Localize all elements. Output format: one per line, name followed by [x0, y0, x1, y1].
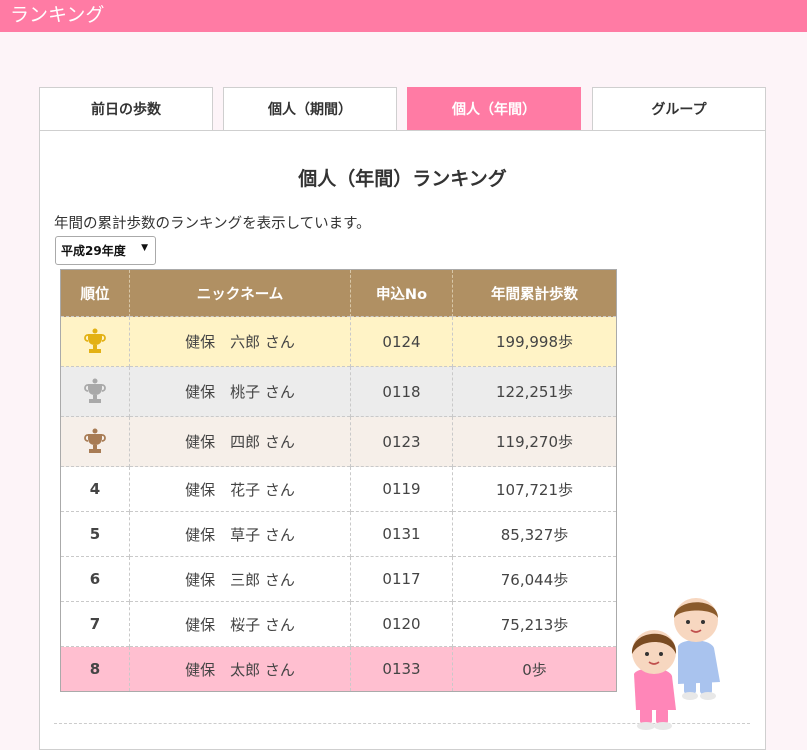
ranking-description: 年間の累計歩数のランキングを表示しています。 — [54, 216, 371, 232]
tab-label: 個人（期間） — [268, 102, 352, 118]
rank-cell: 6 — [60, 556, 130, 602]
column-header-entry-no: 申込No — [350, 269, 453, 317]
table-row-self: 8 健保 太郎 さん 0133 0歩 — [60, 646, 617, 692]
rank-cell: 5 — [60, 511, 130, 557]
entry-no-cell: 0117 — [350, 556, 453, 602]
tab-label: 個人（年間） — [452, 102, 536, 118]
table-row: 4 健保 花子 さん 0119 107,721歩 — [60, 466, 617, 512]
rank-cell — [60, 316, 130, 367]
steps-cell: 75,213歩 — [452, 601, 617, 647]
header-title: ランキング — [10, 4, 105, 26]
silver-trophy-icon — [84, 378, 106, 403]
gold-trophy-icon — [84, 328, 106, 353]
tab-individual-period[interactable]: 個人（期間） — [223, 87, 397, 130]
entry-no-cell: 0120 — [350, 601, 453, 647]
tab-label: グループ — [651, 102, 707, 118]
nickname-cell: 健保 三郎 さん — [129, 556, 351, 602]
nickname-cell: 健保 桃子 さん — [129, 366, 351, 417]
rank-cell: 4 — [60, 466, 130, 512]
table-row: 健保 桃子 さん 0118 122,251歩 — [60, 366, 617, 417]
steps-cell: 107,721歩 — [452, 466, 617, 512]
rank-cell: 8 — [60, 646, 130, 692]
table-row: 5 健保 草子 さん 0131 85,327歩 — [60, 511, 617, 557]
rank-cell — [60, 366, 130, 417]
nickname-cell: 健保 桜子 さん — [129, 601, 351, 647]
rank-cell — [60, 416, 130, 467]
nickname-cell: 健保 花子 さん — [129, 466, 351, 512]
ranking-table: 順位 ニックネーム 申込No 年間累計歩数 健保 六郎 さん 0124 199,… — [60, 269, 617, 692]
steps-cell: 119,270歩 — [452, 416, 617, 467]
steps-cell: 199,998歩 — [452, 316, 617, 367]
entry-no-cell: 0118 — [350, 366, 453, 417]
entry-no-cell: 0124 — [350, 316, 453, 367]
nickname-cell: 健保 四郎 さん — [129, 416, 351, 467]
table-row: 健保 四郎 さん 0123 119,270歩 — [60, 416, 617, 467]
column-header-rank: 順位 — [60, 269, 130, 317]
column-header-nickname: ニックネーム — [129, 269, 351, 317]
rank-cell: 7 — [60, 601, 130, 647]
steps-cell: 122,251歩 — [452, 366, 617, 417]
table-row: 健保 六郎 さん 0124 199,998歩 — [60, 316, 617, 367]
nickname-cell: 健保 六郎 さん — [129, 316, 351, 367]
tab-group[interactable]: グループ — [592, 87, 766, 130]
year-select[interactable]: 平成29年度 ▼ — [55, 236, 156, 265]
table-row: 7 健保 桜子 さん 0120 75,213歩 — [60, 601, 617, 647]
entry-no-cell: 0133 — [350, 646, 453, 692]
steps-cell: 0歩 — [452, 646, 617, 692]
page-title: 個人（年間）ランキング — [298, 168, 507, 190]
tab-individual-annual[interactable]: 個人（年間） — [407, 87, 581, 130]
steps-cell: 85,327歩 — [452, 511, 617, 557]
walking-couple-mascot — [631, 598, 720, 730]
steps-cell: 76,044歩 — [452, 556, 617, 602]
bronze-trophy-icon — [84, 428, 106, 453]
nickname-cell: 健保 草子 さん — [129, 511, 351, 557]
app-header: ランキング — [0, 0, 807, 32]
column-header-annual-steps: 年間累計歩数 — [452, 269, 617, 317]
nickname-cell: 健保 太郎 さん — [129, 646, 351, 692]
year-select-value: 平成29年度 — [61, 244, 126, 258]
dropdown-arrow-icon: ▼ — [141, 243, 148, 253]
entry-no-cell: 0123 — [350, 416, 453, 467]
tab-label: 前日の歩数 — [91, 102, 161, 118]
tab-daily-steps[interactable]: 前日の歩数 — [39, 87, 213, 130]
entry-no-cell: 0131 — [350, 511, 453, 557]
table-row: 6 健保 三郎 さん 0117 76,044歩 — [60, 556, 617, 602]
entry-no-cell: 0119 — [350, 466, 453, 512]
